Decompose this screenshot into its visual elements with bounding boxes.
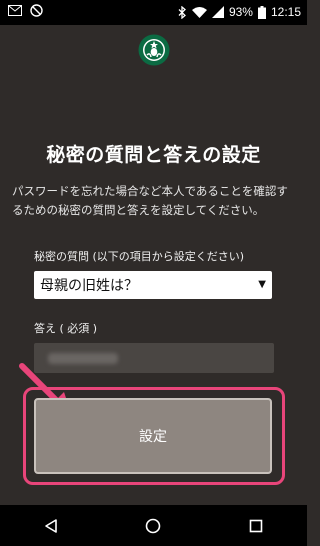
mail-icon: [8, 5, 22, 16]
caret-down-icon: ▼: [258, 279, 266, 290]
starbucks-logo-icon: [138, 34, 170, 66]
status-bar: 93% 12:15: [0, 0, 307, 25]
answer-label: 答え ( 必須 ): [34, 322, 98, 335]
question-label: 秘密の質問 (以下の項目から設定ください): [34, 250, 245, 263]
submit-button[interactable]: 設定: [34, 398, 272, 474]
clock: 12:15: [270, 5, 301, 19]
signal-icon: [211, 6, 224, 18]
navigation-bar: [0, 505, 307, 546]
question-select[interactable]: 母親の旧姓は？ ▼: [34, 271, 272, 299]
wifi-icon: [191, 6, 207, 18]
submit-button-label: 設定: [139, 429, 167, 445]
page-description: パスワードを忘れた場合など本人であることを確認するための秘密の質問と答えを設定し…: [12, 184, 288, 217]
back-icon[interactable]: [43, 518, 59, 534]
bluetooth-icon: [178, 5, 187, 19]
question-selected-value: 母親の旧姓は？: [40, 278, 138, 294]
battery-percent: 93%: [228, 5, 253, 19]
page-title: 秘密の質問と答えの設定: [46, 144, 261, 166]
no-disturb-icon: [30, 4, 43, 17]
battery-icon: [257, 5, 266, 19]
home-icon[interactable]: [145, 518, 161, 534]
recents-icon[interactable]: [248, 518, 264, 534]
app-header: [0, 25, 307, 75]
